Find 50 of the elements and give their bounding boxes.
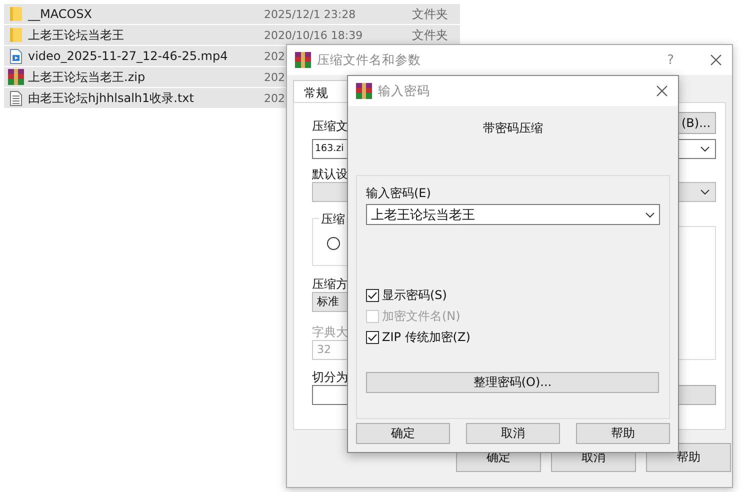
dialog-button[interactable]: 帮助 <box>576 423 670 444</box>
file-name[interactable]: __MACOSX <box>28 7 264 21</box>
checkbox[interactable] <box>366 289 379 302</box>
checkbox-label: 显示密码(S) <box>382 287 447 304</box>
radio-button[interactable] <box>327 237 340 250</box>
folder-icon <box>9 6 23 22</box>
file-date: 2020/10/16 18:39 <box>264 28 363 42</box>
close-icon[interactable] <box>656 85 668 97</box>
field-label: 切分为 <box>312 369 347 385</box>
chevron-icon <box>700 189 710 195</box>
file-date: 202 <box>264 70 285 84</box>
file-type: 文件夹 <box>412 26 448 44</box>
archive-icon <box>8 69 24 85</box>
window-title: 输入密码 <box>378 82 431 100</box>
field-label: 压缩文 <box>312 118 347 134</box>
file-date: 2025/12/1 23:28 <box>264 8 356 20</box>
field-label: 默认设 <box>312 166 347 182</box>
file-name[interactable]: video_2025-11-27_12-46-25.mp4 <box>28 49 264 63</box>
checkbox-label: ZIP 传统加密(Z) <box>382 329 470 346</box>
archive-icon <box>356 83 372 99</box>
folder-icon <box>9 27 23 43</box>
chevron-icon <box>700 146 710 152</box>
checkbox-label: 加密文件名(N) <box>382 308 460 325</box>
file-date: 202 <box>264 50 285 62</box>
field-label: 输入密码(E) <box>366 186 431 200</box>
file-name[interactable]: 上老王论坛当老王.zip <box>28 68 264 86</box>
dialog-button[interactable]: 确定 <box>356 423 450 444</box>
dropdown[interactable] <box>676 139 716 159</box>
password-field[interactable]: 上老王论坛当老王 <box>366 204 660 225</box>
button[interactable] <box>676 385 716 405</box>
video-file-icon <box>10 48 22 64</box>
dialog-heading: 带密码压缩 <box>482 120 544 137</box>
chevron-icon <box>645 212 655 218</box>
organize-passwords-button[interactable]: 整理密码(O)... <box>366 372 659 393</box>
checkbox[interactable] <box>366 331 379 344</box>
tab[interactable]: 常规 <box>293 80 349 102</box>
dropdown[interactable] <box>676 182 716 202</box>
field-label: 字典大 <box>312 324 347 340</box>
file-name[interactable]: 上老王论坛当老王 <box>28 26 264 44</box>
help-button[interactable]: ? <box>667 52 674 68</box>
file-name[interactable]: 由老王论坛hjhhlsalh1收录.txt <box>28 90 264 106</box>
window-title: 压缩文件名和参数 <box>317 52 422 68</box>
dialog-button[interactable]: 取消 <box>466 423 560 444</box>
close-icon[interactable] <box>710 54 722 66</box>
file-type: 文件夹 <box>412 6 448 22</box>
file-date: 202 <box>264 92 285 104</box>
archive-icon <box>295 52 311 68</box>
text-file-icon <box>10 90 22 106</box>
browse-button[interactable]: (B)... <box>676 112 716 134</box>
field-label: 压缩方 <box>312 276 347 292</box>
